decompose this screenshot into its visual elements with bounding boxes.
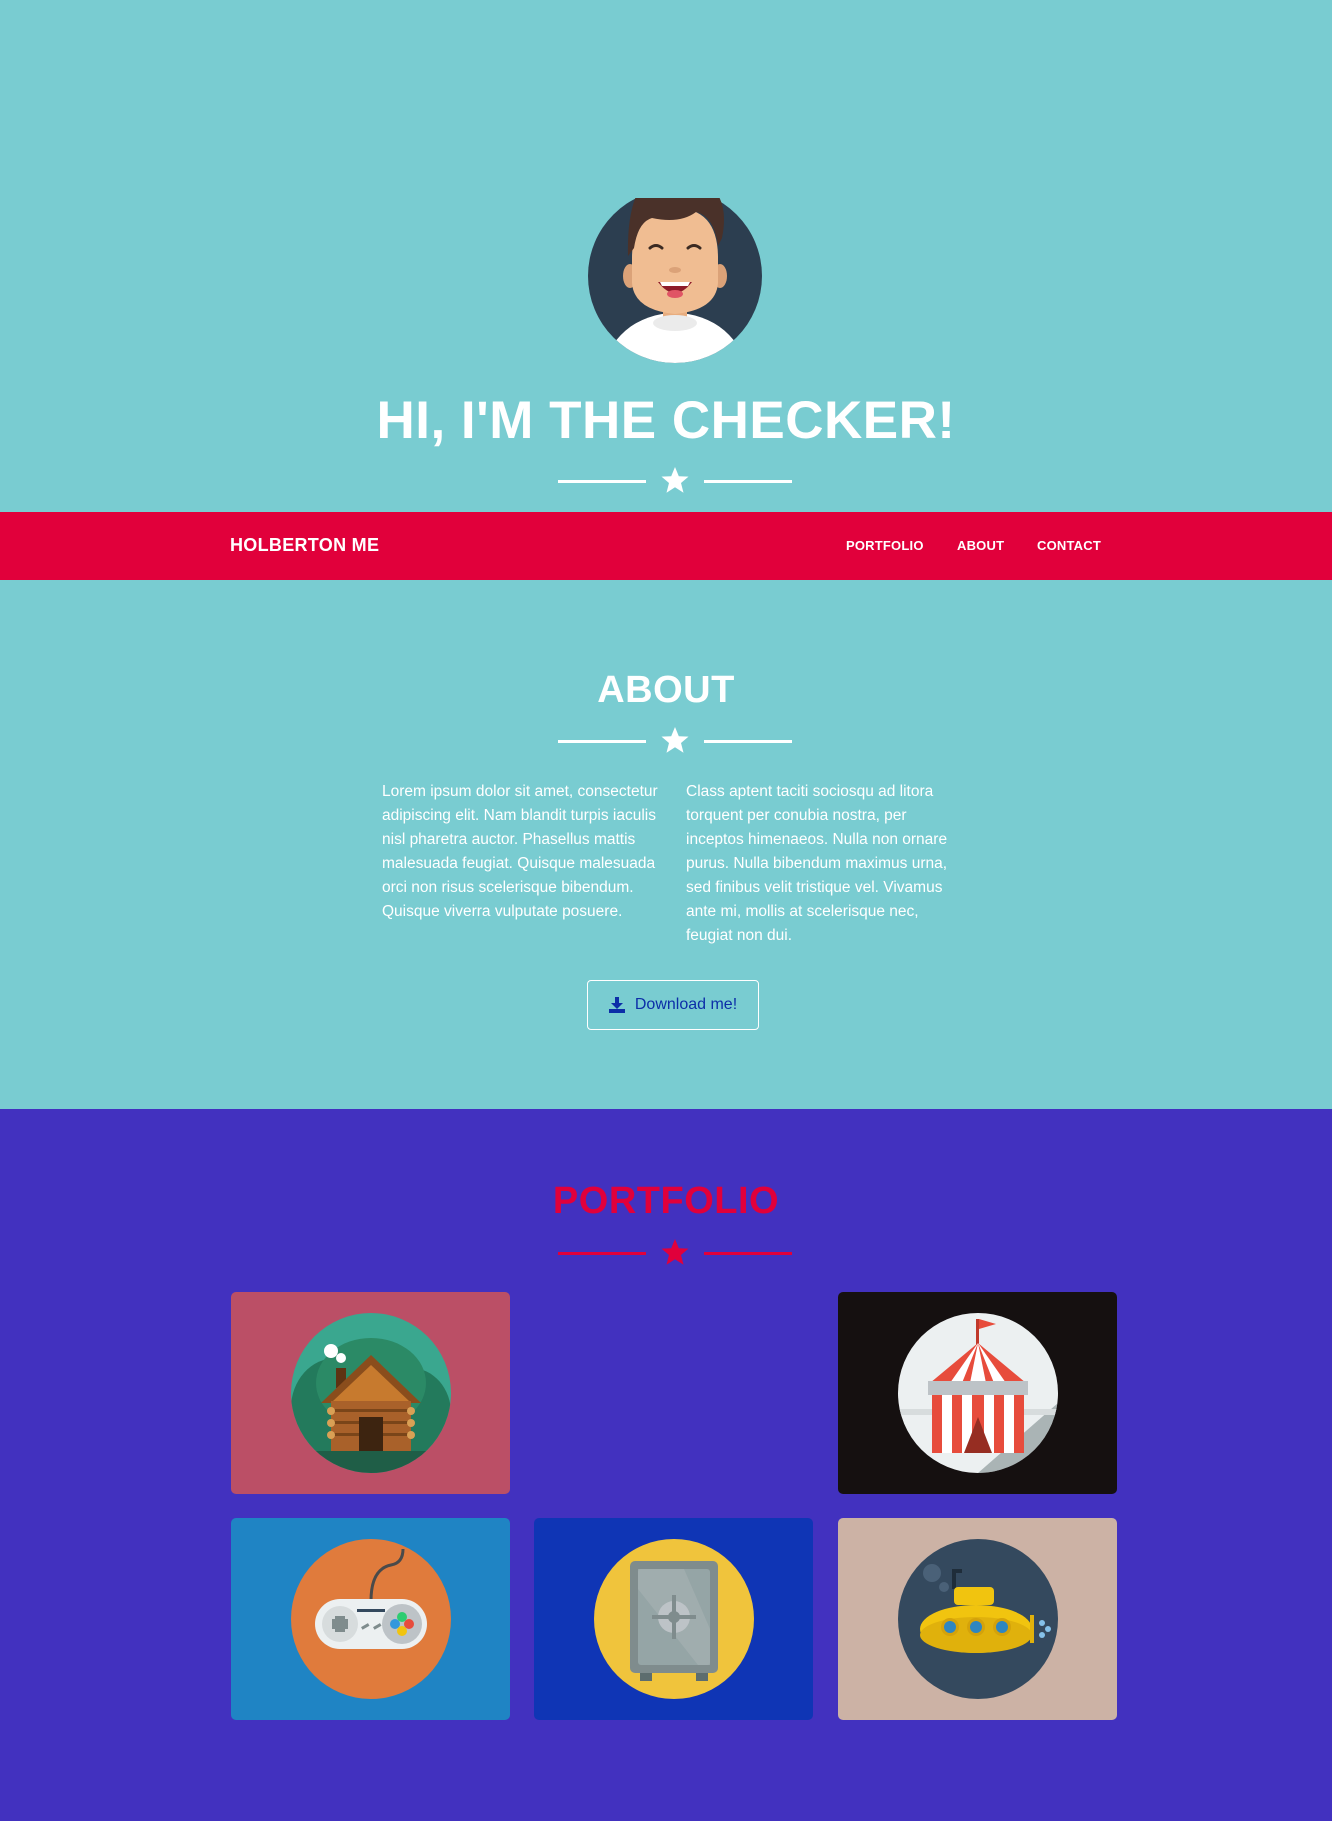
portfolio-section: PORTFOLIO — [0, 1109, 1332, 1821]
hero-divider — [558, 466, 792, 496]
game-controller-icon — [290, 1539, 451, 1699]
nav-link-portfolio[interactable]: PORTFOLIO — [846, 538, 924, 553]
nav-link-contact[interactable]: CONTACT — [1037, 538, 1101, 553]
portfolio-item-game[interactable] — [231, 1518, 510, 1720]
submarine-icon — [897, 1539, 1058, 1699]
portfolio-divider — [558, 1238, 792, 1268]
smiling-person-avatar-icon — [588, 167, 762, 364]
hero-section: HI, I'M THE CHECKER! — [0, 0, 1332, 512]
download-label: Download me! — [634, 996, 738, 1013]
star-icon — [661, 467, 689, 493]
about-paragraph-left: Lorem ipsum dolor sit amet, consectetur … — [382, 783, 658, 920]
portfolio-item-safe[interactable] — [534, 1518, 813, 1720]
star-icon — [661, 1239, 689, 1265]
star-icon — [661, 727, 689, 753]
portfolio-item-cabin[interactable] — [231, 1292, 510, 1494]
download-icon — [608, 997, 625, 1013]
about-divider — [558, 726, 792, 756]
divider-line-left — [558, 480, 646, 483]
portfolio-title: PORTFOLIO — [552, 1180, 780, 1222]
navbar: HOLBERTON ME PORTFOLIO ABOUT CONTACT — [0, 512, 1332, 580]
about-title: ABOUT — [597, 669, 735, 711]
portfolio-item-submarine[interactable] — [838, 1518, 1117, 1720]
about-section: ABOUT Lorem ipsum dolor sit amet, consec… — [0, 580, 1332, 1109]
divider-line-left — [558, 1252, 646, 1255]
log-cabin-icon — [290, 1313, 451, 1473]
hero-title: HI, I'M THE CHECKER! — [376, 391, 956, 450]
divider-line-right — [704, 1252, 792, 1255]
download-button[interactable]: Download me! — [587, 980, 759, 1030]
about-paragraph-right: Class aptent taciti sociosqu ad litora t… — [686, 783, 948, 944]
safe-icon — [593, 1539, 754, 1699]
brand-link[interactable]: HOLBERTON ME — [230, 535, 379, 556]
portfolio-item-circus[interactable] — [838, 1292, 1117, 1494]
divider-line-right — [704, 480, 792, 483]
divider-line-left — [558, 740, 646, 743]
nav-link-about[interactable]: ABOUT — [957, 538, 1004, 553]
circus-tent-icon — [897, 1313, 1058, 1473]
divider-line-right — [704, 740, 792, 743]
